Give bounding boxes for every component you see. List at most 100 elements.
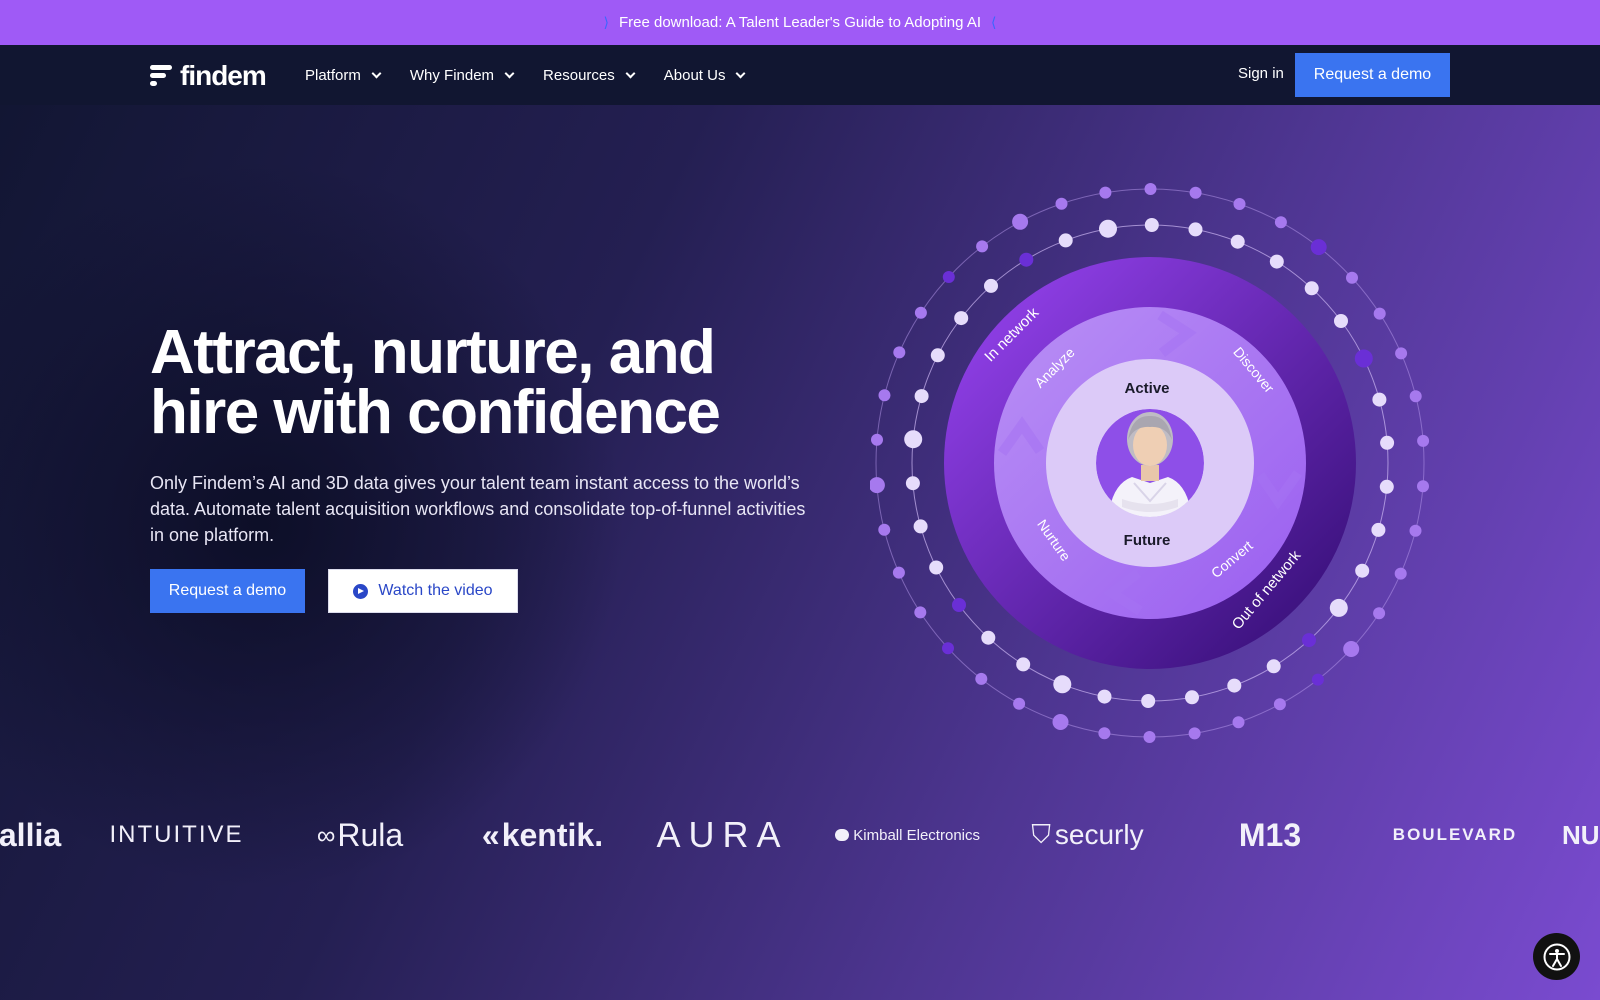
orbit-dot (976, 240, 989, 253)
customer-logo-kimball: Kimball Electronics (835, 805, 980, 865)
orbit-dot (1409, 524, 1422, 537)
main-menu: Platform Why Findem Resources About Us (305, 45, 774, 105)
orbit-dot (1232, 716, 1245, 729)
orbit-dot (1099, 186, 1112, 199)
watch-video-label: Watch the video (378, 582, 493, 599)
customer-logo-securly: ⛉ securly (1031, 819, 1144, 850)
orbit-dot (1304, 281, 1319, 296)
orbit-dot (1373, 607, 1386, 620)
logo-wordmark: findem (180, 60, 267, 91)
orbit-dot (870, 477, 885, 494)
promo-banner[interactable]: ⟩ Free download: A Talent Leader's Guide… (0, 0, 1600, 45)
customer-logo: BOULEVARD (1392, 825, 1518, 844)
orbit-dot (1144, 218, 1159, 232)
findem-logo[interactable]: findem (150, 60, 267, 92)
chevron-down-icon (736, 68, 746, 78)
orbit-dot (1302, 633, 1316, 648)
menu-item-about-us[interactable]: About Us (663, 66, 746, 84)
orbit-dot (984, 278, 998, 293)
nav-request-demo-button[interactable]: Request a demo (1295, 53, 1450, 97)
bracket-right-icon: ⟨ (991, 14, 997, 31)
orbit-dot (1311, 673, 1324, 686)
accessibility-icon (1543, 943, 1570, 970)
sign-in-link[interactable]: Sign in (1238, 65, 1284, 82)
orbit-dot (975, 672, 988, 685)
top-navigation: findem Platform Why Findem Resources Abo… (0, 45, 1600, 105)
shield-icon: ⛉ (1031, 819, 1051, 849)
orbit-dot (1343, 641, 1360, 657)
orbit-dot (1266, 659, 1281, 674)
orbit-dot (1417, 434, 1430, 447)
orbit-dot (1227, 678, 1242, 693)
orbit-dot (1417, 480, 1429, 493)
menu-item-label: Platform (305, 66, 361, 84)
orbit-dot (1273, 698, 1286, 711)
kentik-icon: « (481, 816, 500, 853)
chevron-down-icon (625, 68, 636, 78)
orbit-dot (1144, 183, 1157, 195)
orbit-dot (1189, 186, 1202, 199)
orbit-dot (1019, 252, 1034, 267)
orbit-dot (954, 311, 969, 326)
customer-logo: M13 (1238, 816, 1302, 853)
orbit-dot (1269, 254, 1284, 269)
orbit-dot (1055, 197, 1068, 210)
orbit-dot (914, 606, 927, 619)
orbit-dot (892, 566, 905, 579)
watch-video-button[interactable]: Watch the video (328, 569, 518, 613)
orbit-dot (1058, 233, 1073, 248)
orbit-dot (1334, 314, 1348, 328)
talent-funnel-diagram: In networkOut of networkAnalyze DiscoverN… (870, 183, 1430, 743)
orbit-dot (913, 519, 928, 534)
orbit-dot (1233, 198, 1246, 210)
orbit-dot (1371, 522, 1386, 537)
customer-logo-strip: allia INTUITIVE ∞ Rula «kentik. AURA Kimb… (0, 805, 1600, 865)
orbit-dot (1099, 219, 1117, 238)
label-future: Future (1124, 532, 1171, 549)
customer-logo-rula: ∞ Rula (316, 816, 404, 853)
findem-logo-icon (150, 65, 172, 87)
menu-item-label: Resources (543, 66, 615, 84)
menu-item-label: Why Findem (409, 66, 495, 84)
orbit-dot (1053, 675, 1072, 694)
orbit-dot (1052, 714, 1069, 730)
orbit-dot (1346, 271, 1358, 284)
orbit-dot (1355, 563, 1370, 578)
menu-item-why-findem[interactable]: Why Findem (409, 66, 515, 84)
orbit-dot (952, 598, 966, 612)
customer-logo: allia (0, 816, 62, 853)
orbit-dot (1143, 731, 1156, 743)
customer-logo-kentik: «kentik. (481, 816, 604, 853)
orbit-dot (904, 430, 923, 449)
hero-section: Attract, nurture, and hire with confiden… (0, 105, 1600, 1000)
orbit-dot (1394, 567, 1407, 580)
promo-banner-text[interactable]: Free download: A Talent Leader's Guide t… (619, 14, 981, 31)
orbit-dot (1329, 598, 1348, 617)
chevron-down-icon (504, 68, 515, 78)
orbit-dot (893, 346, 906, 359)
orbit-dot (914, 306, 927, 319)
menu-item-label: About Us (663, 66, 726, 84)
orbit-dot (914, 389, 929, 404)
orbit-dot (1013, 697, 1026, 710)
orbit-dot (878, 389, 891, 402)
orbit-dot (1185, 690, 1199, 705)
orbit-dot (1230, 234, 1245, 249)
orbit-dot (1395, 347, 1408, 360)
orbit-dot (1380, 435, 1395, 450)
menu-item-platform[interactable]: Platform (305, 66, 382, 84)
hero-request-demo-button[interactable]: Request a demo (150, 569, 305, 613)
kimball-icon (835, 829, 850, 841)
chevron-down-icon (371, 68, 382, 78)
orbit-dot (930, 348, 945, 363)
orbit-dot (1188, 727, 1201, 740)
accessibility-button[interactable] (1533, 933, 1580, 980)
orbit-dot (1310, 239, 1327, 256)
orbit-dot (1372, 392, 1387, 407)
menu-item-resources[interactable]: Resources (543, 66, 636, 84)
bracket-left-icon: ⟩ (603, 14, 609, 31)
orbit-dot (1098, 727, 1111, 740)
orbit-dot (1354, 349, 1373, 368)
orbit-dot (942, 271, 955, 283)
hero-subcopy: Only Findem’s AI and 3D data gives your … (150, 473, 806, 545)
